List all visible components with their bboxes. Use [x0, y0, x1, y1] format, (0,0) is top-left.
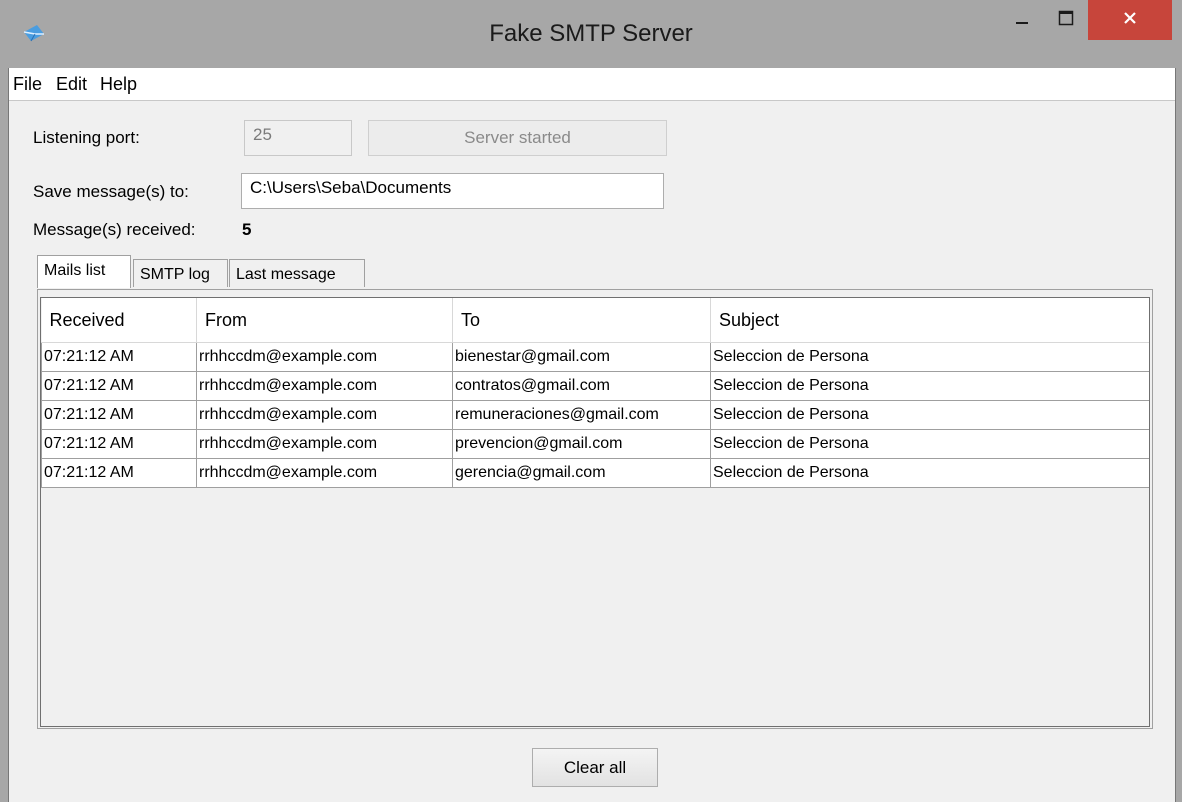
menu-edit[interactable]: Edit — [56, 74, 87, 95]
clear-all-button[interactable]: Clear all — [532, 748, 658, 787]
close-button[interactable] — [1088, 0, 1172, 40]
tab-mails-list[interactable]: Mails list — [37, 255, 131, 288]
minimize-button[interactable] — [1002, 0, 1042, 40]
cell-subject: Seleccion de Persona — [710, 400, 1149, 430]
cell-received: 07:21:12 AM — [41, 342, 197, 372]
menu-file[interactable]: File — [13, 74, 42, 95]
table-row[interactable]: 07:21:12 AM rrhhccdm@example.com remuner… — [41, 400, 1149, 430]
client-area: File Edit Help Listening port: 25 Server… — [8, 68, 1176, 802]
tab-smtp-log[interactable]: SMTP log — [133, 259, 228, 287]
table-row[interactable]: 07:21:12 AM rrhhccdm@example.com prevenc… — [41, 429, 1149, 459]
save-label: Save message(s) to: — [33, 182, 189, 201]
maximize-button[interactable] — [1044, 0, 1088, 40]
column-header-to[interactable]: To — [452, 298, 711, 343]
cell-from: rrhhccdm@example.com — [196, 342, 453, 372]
save-path-field[interactable]: C:\Users\Seba\Documents — [241, 173, 664, 209]
column-header-received[interactable]: Received — [41, 298, 197, 343]
mails-table-viewport[interactable]: Received From To Subject 07:21:12 AM rrh… — [40, 297, 1150, 727]
cell-to: remuneraciones@gmail.com — [452, 400, 711, 430]
app-window: Fake SMTP Server File Edit Help Listenin… — [0, 0, 1182, 802]
mails-list-panel: Received From To Subject 07:21:12 AM rrh… — [37, 289, 1153, 729]
cell-subject: Seleccion de Persona — [710, 429, 1149, 459]
close-icon — [1122, 10, 1138, 31]
port-field[interactable]: 25 — [244, 120, 352, 156]
cell-to: bienestar@gmail.com — [452, 342, 711, 372]
cell-from: rrhhccdm@example.com — [196, 458, 453, 488]
cell-subject: Seleccion de Persona — [710, 342, 1149, 372]
cell-to: gerencia@gmail.com — [452, 458, 711, 488]
cell-to: prevencion@gmail.com — [452, 429, 711, 459]
table-row[interactable]: 07:21:12 AM rrhhccdm@example.com bienest… — [41, 342, 1149, 372]
server-started-button[interactable]: Server started — [368, 120, 667, 156]
cell-from: rrhhccdm@example.com — [196, 429, 453, 459]
column-header-from[interactable]: From — [196, 298, 453, 343]
column-header-subject[interactable]: Subject — [710, 298, 1149, 343]
title-bar[interactable]: Fake SMTP Server — [0, 0, 1182, 68]
table-header-row: Received From To Subject — [41, 298, 1149, 343]
maximize-icon — [1058, 10, 1074, 31]
table-row[interactable]: 07:21:12 AM rrhhccdm@example.com contrat… — [41, 371, 1149, 401]
cell-subject: Seleccion de Persona — [710, 371, 1149, 401]
cell-received: 07:21:12 AM — [41, 371, 197, 401]
tab-last-message[interactable]: Last message — [229, 259, 365, 287]
table-row[interactable]: 07:21:12 AM rrhhccdm@example.com gerenci… — [41, 458, 1149, 488]
minimize-icon — [1015, 11, 1029, 30]
cell-received: 07:21:12 AM — [41, 429, 197, 459]
cell-from: rrhhccdm@example.com — [196, 400, 453, 430]
cell-received: 07:21:12 AM — [41, 458, 197, 488]
menu-help[interactable]: Help — [100, 74, 137, 95]
mails-table: Received From To Subject 07:21:12 AM rrh… — [41, 298, 1149, 488]
cell-from: rrhhccdm@example.com — [196, 371, 453, 401]
menu-bar: File Edit Help — [9, 68, 1175, 101]
received-label: Message(s) received: — [33, 220, 196, 239]
received-count: 5 — [242, 220, 252, 239]
cell-to: contratos@gmail.com — [452, 371, 711, 401]
port-label: Listening port: — [33, 128, 140, 147]
cell-subject: Seleccion de Persona — [710, 458, 1149, 488]
cell-received: 07:21:12 AM — [41, 400, 197, 430]
